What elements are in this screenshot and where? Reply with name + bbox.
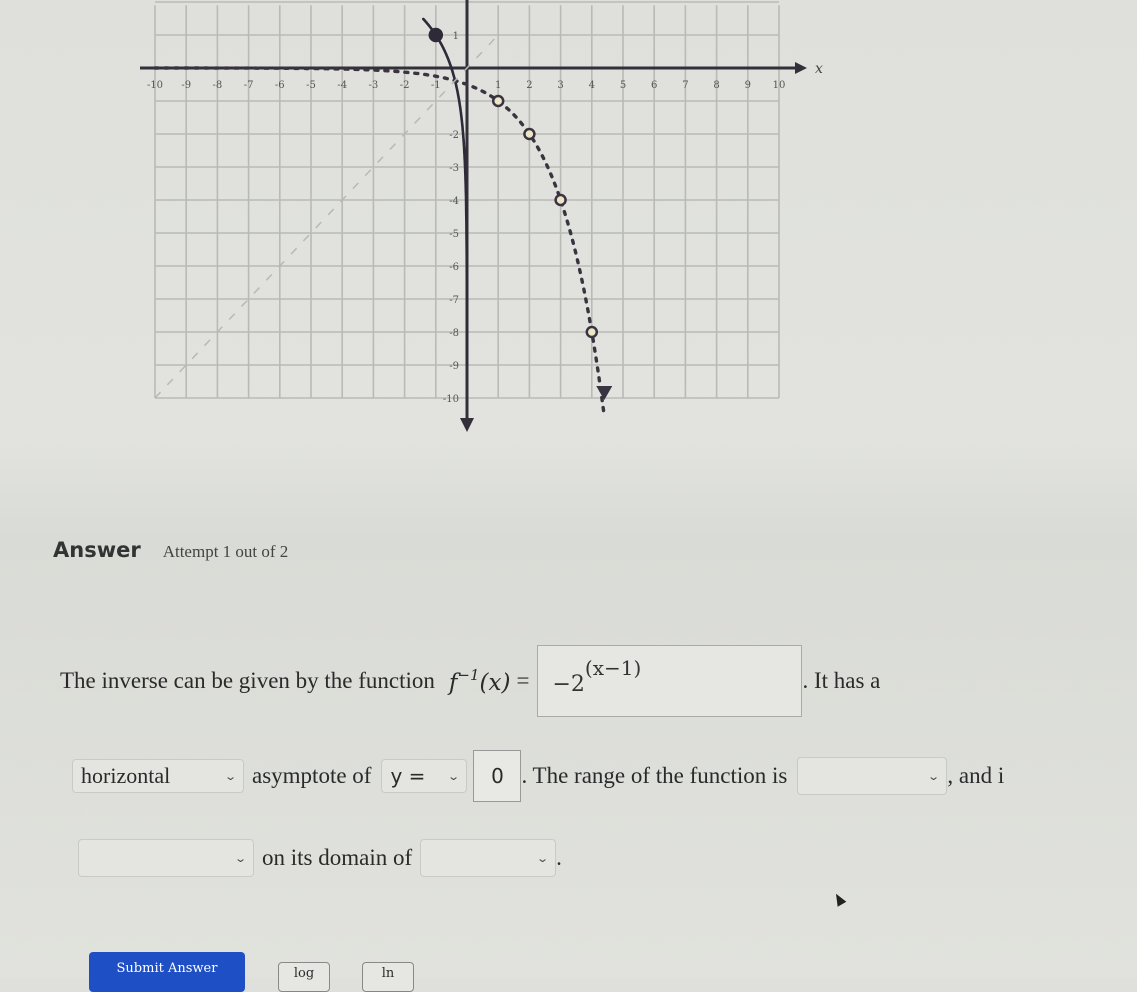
x-tick-label: -7 — [244, 80, 254, 91]
chevron-down-icon: ⌄ — [233, 851, 247, 865]
inverse-function-input[interactable]: −2(x−1) — [537, 645, 803, 717]
expr-base: −2 — [552, 672, 585, 697]
sentence-line-2: horizontal ⌄ asymptote of y = ⌄ 0 . The … — [72, 748, 1004, 804]
x-tick-label: -5 — [306, 80, 316, 91]
y-tick-label: -2 — [449, 130, 459, 141]
y-tick-label: -6 — [449, 262, 459, 273]
x-tick-label: 5 — [620, 80, 626, 91]
ln-key-button[interactable]: ln — [362, 962, 414, 992]
asymptote-type-select[interactable]: horizontal ⌄ — [72, 759, 244, 793]
y-tick-label: -3 — [449, 163, 459, 174]
inverse-function-label: f−1(x) — [449, 666, 511, 696]
function-curve — [422, 17, 469, 366]
answer-title: Answer — [53, 538, 141, 562]
x-axis-label: x — [815, 61, 823, 77]
sentence-text: , and i — [947, 763, 1005, 788]
sentence-text: . — [556, 845, 562, 870]
y-tick-label: -7 — [449, 295, 459, 306]
x-tick-label: -3 — [369, 80, 379, 91]
log-key-button[interactable]: log — [278, 962, 330, 992]
x-tick-label: -9 — [181, 80, 191, 91]
x-tick-label: 2 — [526, 80, 532, 91]
range-select[interactable]: ⌄ — [797, 757, 948, 795]
x-tick-label: -6 — [275, 80, 285, 91]
x-tick-label: -1 — [431, 80, 441, 91]
asymptote-type-value: horizontal — [81, 763, 171, 788]
sentence-text: . The range of the function is — [521, 763, 788, 788]
series — [153, 17, 613, 419]
y-tick-label: -8 — [449, 328, 459, 339]
x-tick-label: 7 — [682, 80, 688, 91]
y-axis-arrow-down — [460, 418, 474, 432]
x-tick-label: 4 — [589, 80, 595, 91]
chevron-down-icon: ⌄ — [927, 769, 941, 783]
identity-line — [154, 34, 499, 399]
func-sup: −1 — [457, 666, 480, 684]
graph: x -10 -9 -8 -7 -6 -5 -4 -3 -2 -1 1 2 3 4 5 6 7 8 9 10 1 -2 -3 -4… — [140, 0, 840, 440]
inverse-point — [491, 94, 505, 108]
asymptote-equation-select[interactable]: y = ⌄ — [381, 759, 468, 793]
sentence-text: . It has a — [802, 668, 881, 693]
x-tick-label: -8 — [213, 80, 223, 91]
expr-exponent: (x−1) — [584, 656, 642, 680]
inverse-point — [523, 127, 536, 141]
sentence-text: The inverse can be given by the function — [60, 668, 435, 693]
chevron-down-icon: ⌄ — [536, 851, 549, 865]
x-tick-label: 9 — [745, 80, 751, 91]
sentence-line-3: ⌄ on its domain of ⌄ . — [78, 835, 562, 881]
equals-sign: = — [516, 668, 530, 693]
function-point — [428, 27, 444, 43]
x-tick-label: 1 — [495, 80, 501, 91]
attempt-counter: Attempt 1 out of 2 — [162, 542, 289, 561]
y-tick-label: 1 — [453, 31, 459, 42]
chevron-down-icon: ⌄ — [223, 769, 237, 783]
asymptote-value-input[interactable]: 0 — [473, 750, 522, 802]
behavior-select[interactable]: ⌄ — [78, 839, 254, 877]
domain-select[interactable]: ⌄ — [420, 839, 557, 877]
mouse-cursor-icon — [831, 891, 847, 907]
asymptote-lhs-value: y = — [390, 764, 426, 788]
sentence-text: asymptote of — [252, 763, 372, 788]
x-tick-label: -4 — [337, 80, 347, 91]
x-tick-label: 10 — [773, 80, 786, 91]
sentence-line-1: The inverse can be given by the function… — [60, 643, 880, 719]
x-tick-label: -2 — [400, 80, 410, 91]
inverse-function-expression: −2(x−1) — [552, 656, 642, 697]
inverse-point — [554, 193, 567, 207]
axes — [140, 0, 807, 432]
submit-answer-button[interactable]: Submit Answer — [89, 952, 245, 992]
y-tick-label: -10 — [443, 394, 459, 405]
x-tick-label: 3 — [557, 80, 563, 91]
inverse-point — [585, 325, 599, 339]
graph-svg: x -10 -9 -8 -7 -6 -5 -4 -3 -2 -1 1 2 3 4 5 6 7 8 9 10 1 -2 -3 -4… — [140, 0, 823, 432]
chevron-down-icon: ⌄ — [447, 769, 461, 783]
answer-header: Answer Attempt 1 out of 2 — [53, 538, 288, 562]
y-tick-label: -5 — [449, 229, 459, 240]
x-axis-arrow-right — [795, 62, 807, 74]
y-tick-label: -4 — [449, 196, 459, 207]
x-tick-label: -10 — [147, 80, 163, 91]
x-tick-label: 8 — [713, 80, 719, 91]
sentence-text: on its domain of — [262, 845, 413, 870]
asymptote-value: 0 — [491, 764, 504, 788]
func-arg: (x) — [479, 670, 511, 696]
inverse-curve — [153, 66, 606, 419]
x-tick-label: 6 — [651, 80, 657, 91]
y-tick-label: -9 — [449, 361, 459, 372]
